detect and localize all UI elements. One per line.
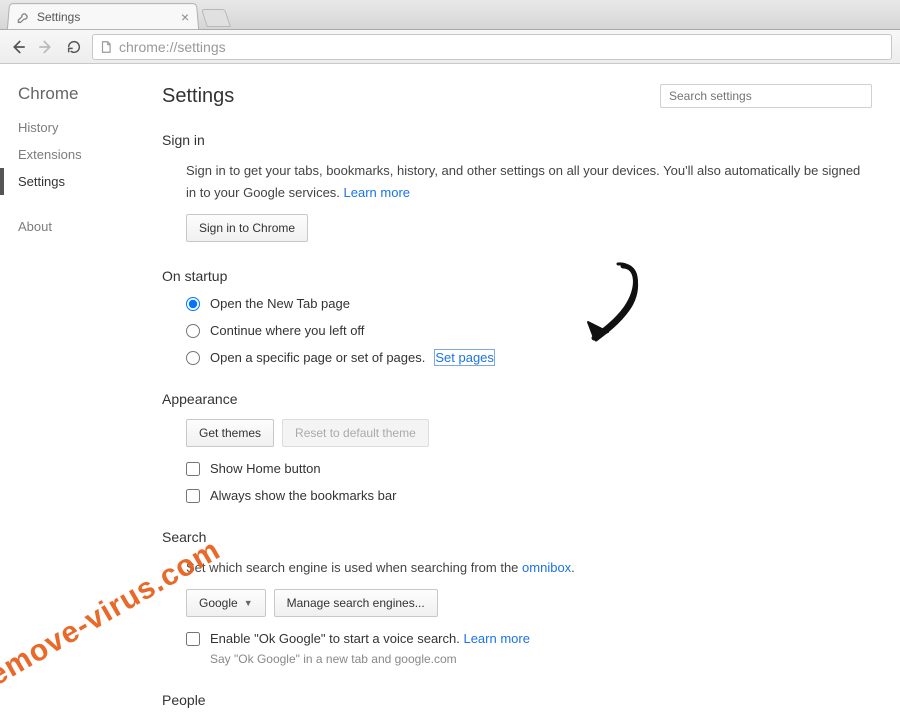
browser-tabstrip: Settings × (0, 0, 900, 30)
signin-heading: Sign in (162, 132, 872, 148)
section-search: Search Set which search engine is used w… (162, 529, 872, 666)
reload-button[interactable] (64, 37, 84, 57)
signin-description: Sign in to get your tabs, bookmarks, his… (186, 160, 872, 204)
section-startup: On startup Open the New Tab page Continu… (162, 268, 872, 365)
page-title: Settings (162, 85, 234, 108)
manage-search-engines-button[interactable]: Manage search engines... (274, 589, 438, 617)
tab-title: Settings (37, 10, 81, 24)
wrench-icon (16, 10, 31, 24)
startup-option-newtab[interactable]: Open the New Tab page (186, 296, 872, 311)
caret-down-icon: ▼ (244, 598, 253, 608)
settings-content: Settings Sign in Sign in to get your tab… (150, 64, 900, 700)
sidebar-item-history[interactable]: History (0, 114, 150, 141)
reset-theme-button: Reset to default theme (282, 419, 429, 447)
omnibox-url: chrome://settings (119, 39, 226, 55)
startup-option-specific[interactable]: Open a specific page or set of pages. Se… (186, 350, 872, 365)
browser-toolbar: chrome://settings (0, 30, 900, 64)
sidebar-item-settings[interactable]: Settings (0, 168, 150, 195)
ok-google-checkbox[interactable] (186, 632, 200, 646)
startup-option-continue[interactable]: Continue where you left off (186, 323, 872, 338)
show-home-checkbox[interactable] (186, 462, 200, 476)
startup-radio-newtab[interactable] (186, 297, 200, 311)
show-home-checkbox-row[interactable]: Show Home button (186, 461, 872, 476)
show-bookmarks-checkbox-row[interactable]: Always show the bookmarks bar (186, 488, 872, 503)
startup-heading: On startup (162, 268, 872, 284)
arrow-right-icon (37, 38, 55, 56)
signin-button[interactable]: Sign in to Chrome (186, 214, 308, 242)
search-settings-input[interactable] (660, 84, 872, 108)
omnibox[interactable]: chrome://settings (92, 34, 892, 60)
arrow-left-icon (9, 38, 27, 56)
appearance-heading: Appearance (162, 391, 872, 407)
tab-close-icon[interactable]: × (180, 10, 189, 24)
browser-tab-settings[interactable]: Settings × (7, 3, 199, 29)
page-icon (99, 40, 113, 54)
startup-radio-continue[interactable] (186, 324, 200, 338)
set-pages-link[interactable]: Set pages (435, 350, 494, 365)
people-heading: People (162, 692, 872, 708)
sidebar-item-extensions[interactable]: Extensions (0, 141, 150, 168)
new-tab-button[interactable] (201, 9, 231, 27)
ok-google-learn-more-link[interactable]: Learn more (463, 631, 529, 646)
search-engine-select[interactable]: Google ▼ (186, 589, 266, 617)
back-button[interactable] (8, 37, 28, 57)
signin-learn-more-link[interactable]: Learn more (344, 185, 410, 200)
sidebar-brand: Chrome (0, 84, 150, 114)
search-heading: Search (162, 529, 872, 545)
ok-google-helper: Say "Ok Google" in a new tab and google.… (210, 652, 872, 666)
section-people: People (162, 692, 872, 708)
omnibox-link[interactable]: omnibox (522, 560, 571, 575)
show-bookmarks-checkbox[interactable] (186, 489, 200, 503)
forward-button[interactable] (36, 37, 56, 57)
settings-sidebar: Chrome History Extensions Settings About (0, 64, 150, 700)
ok-google-checkbox-row[interactable]: Enable "Ok Google" to start a voice sear… (186, 631, 872, 646)
sidebar-item-about[interactable]: About (0, 213, 150, 240)
search-description: Set which search engine is used when sea… (186, 557, 872, 579)
get-themes-button[interactable]: Get themes (186, 419, 274, 447)
startup-radio-specific[interactable] (186, 351, 200, 365)
section-signin: Sign in Sign in to get your tabs, bookma… (162, 132, 872, 242)
reload-icon (66, 39, 82, 55)
section-appearance: Appearance Get themes Reset to default t… (162, 391, 872, 503)
